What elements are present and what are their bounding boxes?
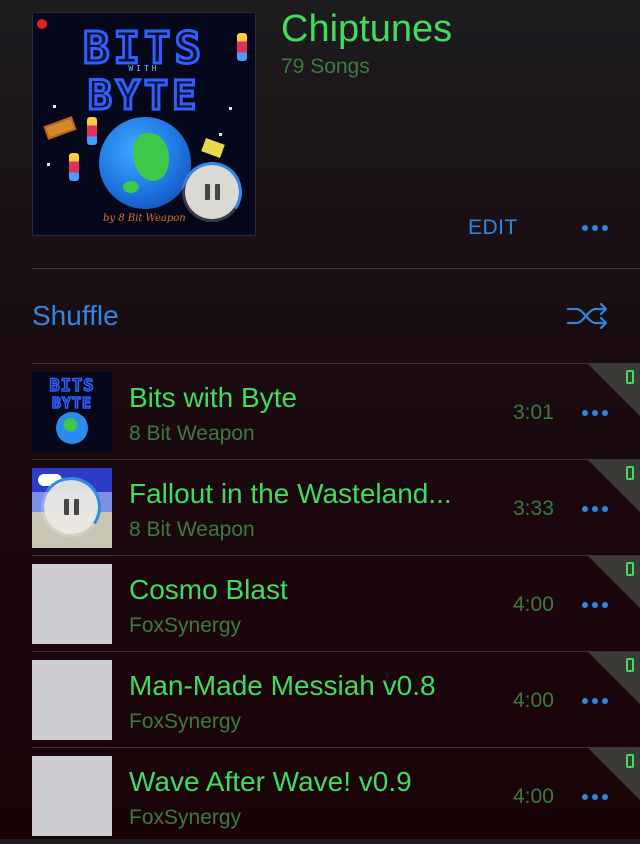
shuffle-icon: [566, 302, 608, 330]
track-artwork: BITS BYTE: [32, 372, 112, 452]
pause-button[interactable]: [44, 480, 98, 534]
playlist-title: Chiptunes: [281, 8, 453, 50]
device-icon: [626, 754, 634, 768]
track-artwork: [32, 468, 112, 548]
artwork-sprite: [69, 153, 79, 181]
track-title: Fallout in the Wasteland...: [129, 478, 452, 509]
track-duration: 4:00: [513, 785, 554, 808]
track-duration: 3:01: [513, 401, 554, 424]
track-title: Man-Made Messiah v0.8: [129, 670, 436, 701]
device-icon: [626, 562, 634, 576]
shuffle-label: Shuffle: [32, 300, 119, 331]
artwork-star: [219, 133, 222, 136]
track-title: Bits with Byte: [129, 382, 298, 413]
pause-button[interactable]: [185, 165, 239, 219]
song-count: 79 Songs: [281, 55, 370, 78]
edit-button[interactable]: EDIT: [468, 214, 518, 242]
pause-icon: [204, 184, 220, 200]
earth-land: [123, 181, 139, 193]
shuffle-row[interactable]: Shuffle: [0, 269, 640, 363]
artwork-sprite: [237, 33, 247, 61]
artwork-title-text: BYTE: [86, 72, 201, 121]
track-artist: 8 Bit Weapon: [129, 518, 255, 541]
artwork-sprite: [87, 117, 97, 145]
track-duration: 3:33: [513, 497, 554, 520]
track-duration: 4:00: [513, 689, 554, 712]
track-artist: FoxSynergy: [129, 806, 242, 829]
pause-icon: [63, 499, 79, 515]
track-artwork-placeholder: [32, 756, 112, 836]
artwork-with-text: WITH: [128, 64, 160, 73]
artwork-star: [53, 105, 56, 108]
track-artwork-placeholder: [32, 564, 112, 644]
playlist-header: BITS WITH BYTE by 8 Bit Weapon Chiptunes…: [0, 0, 640, 268]
artwork-gem: [201, 138, 225, 158]
artwork-star: [47, 163, 50, 166]
artwork-signature: by 8 Bit Weapon: [103, 213, 186, 224]
track-row[interactable]: Man-Made Messiah v0.8 FoxSynergy 4:00: [0, 652, 640, 748]
album-artwork[interactable]: BITS WITH BYTE by 8 Bit Weapon: [32, 12, 256, 236]
device-icon: [626, 370, 634, 384]
track-title: Wave After Wave! v0.9: [129, 766, 412, 797]
track-row[interactable]: Cosmo Blast FoxSynergy 4:00: [0, 556, 640, 652]
ellipsis-icon[interactable]: [582, 225, 608, 231]
track-row[interactable]: Wave After Wave! v0.9 FoxSynergy 4:00: [0, 748, 640, 844]
track-artist: FoxSynergy: [129, 710, 242, 733]
track-artist: 8 Bit Weapon: [129, 422, 255, 445]
device-icon: [626, 658, 634, 672]
track-duration: 4:00: [513, 593, 554, 616]
track-artist: FoxSynergy: [129, 614, 242, 637]
track-row[interactable]: Fallout in the Wasteland... 8 Bit Weapon…: [0, 460, 640, 556]
artwork-ship: [43, 116, 77, 140]
artwork-star: [229, 107, 232, 110]
track-row[interactable]: BITS BYTE Bits with Byte 8 Bit Weapon 3:…: [0, 364, 640, 460]
track-title: Cosmo Blast: [129, 574, 288, 605]
device-icon: [626, 466, 634, 480]
track-artwork-placeholder: [32, 660, 112, 740]
